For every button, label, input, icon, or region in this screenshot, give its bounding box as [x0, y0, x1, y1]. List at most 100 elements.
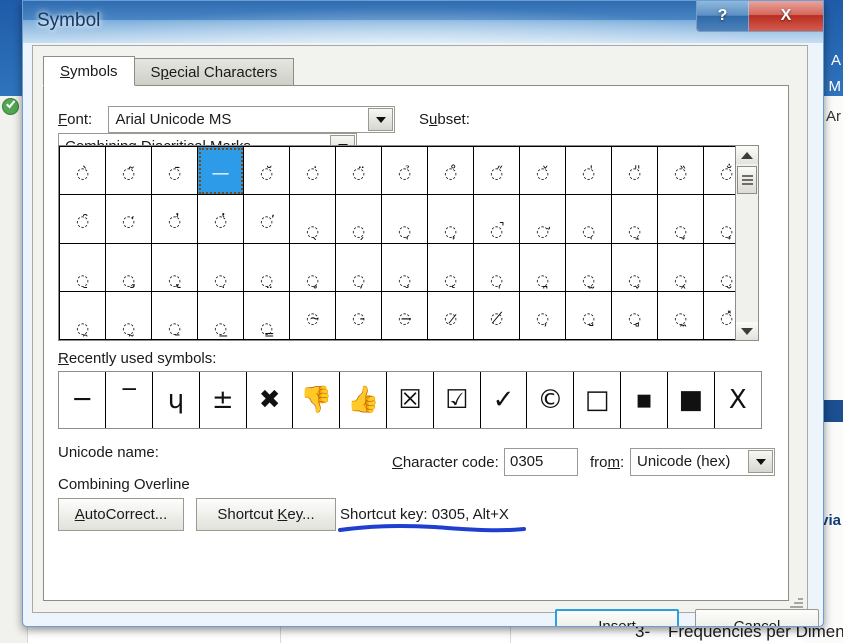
symbol-cell[interactable]: ◌̄ — [151, 145, 198, 196]
symbol-cell[interactable]: ◌̕ — [243, 194, 290, 244]
cancel-button[interactable]: Cancel — [695, 609, 819, 626]
symbol-cell[interactable]: ◌̼ — [657, 290, 704, 341]
symbol-grid-scrollbar[interactable] — [735, 145, 759, 341]
symbol-cell[interactable]: — — [197, 145, 244, 196]
symbol-cell[interactable]: ◌̶ — [381, 290, 428, 341]
symbol-glyph: ◌̰ — [121, 318, 136, 337]
symbol-cell[interactable]: ◌̌ — [519, 145, 566, 196]
from-combobox[interactable]: Unicode (hex) — [630, 448, 775, 476]
recent-symbol-cell[interactable]: ▪ — [620, 372, 668, 428]
recently-used-symbols[interactable]: ─ ‾ ɥ ± ✖ 👎 👍 ☒ ☑ ✓ © □ ▪ ■ X — [58, 371, 762, 429]
symbol-cell[interactable]: ◌̧ — [381, 242, 428, 292]
symbol-cell[interactable]: ◌̬ — [611, 242, 658, 292]
symbol-cell[interactable]: ◌̲ — [197, 290, 244, 341]
symbol-cell[interactable]: ◌̺ — [565, 290, 612, 341]
symbol-glyph: ◌̙ — [443, 222, 458, 241]
scrollbar-thumb[interactable] — [737, 166, 757, 194]
symbol-cell[interactable]: ◌̚ — [473, 194, 520, 244]
symbol-grid[interactable]: ◌̀ ◌̃ ◌̄ — ◌̆ ◌̇ ◌̈ ◌̉ ◌̊ ◌̋ ◌̌ ◌̍ ◌̎ ◌̏ ◌̐ ◌̑ ◌̒ ◌̓ ◌̔ ◌̕ ◌… — [58, 145, 750, 341]
resize-grip[interactable] — [790, 595, 803, 608]
recent-symbol-cell[interactable]: □ — [573, 372, 622, 428]
insert-button[interactable]: Insert — [555, 609, 679, 626]
symbol-cell[interactable]: ◌̃ — [105, 145, 152, 196]
recent-symbol-cell[interactable]: ☑ — [432, 372, 481, 428]
symbol-cell[interactable]: ◌̋ — [473, 145, 520, 196]
symbol-cell[interactable]: ◌̇ — [289, 145, 336, 196]
symbol-cell[interactable]: ◌̔ — [197, 194, 244, 244]
symbol-cell[interactable]: ◌̨ — [427, 242, 474, 292]
symbol-cell[interactable]: ◌̜ — [565, 194, 612, 244]
symbol-glyph: ◌̏ — [673, 164, 688, 183]
symbol-cell[interactable]: ◌̣ — [197, 242, 244, 292]
symbol-cell[interactable]: ◌̦ — [335, 242, 382, 292]
recent-symbol-cell[interactable]: ± — [198, 372, 247, 428]
symbol-cell[interactable]: ◌̞ — [657, 194, 704, 244]
recent-symbol-cell[interactable]: ‾ — [105, 372, 154, 428]
tab-symbols[interactable]: Symbols — [43, 56, 135, 86]
recent-symbol-cell[interactable]: ɥ — [152, 372, 200, 428]
background-fragment-2: Ar — [826, 108, 841, 125]
symbol-cell[interactable]: ◌̠ — [59, 242, 106, 292]
symbol-cell[interactable]: ◌̉ — [381, 145, 428, 196]
symbol-cell[interactable]: ◌̸ — [473, 290, 520, 341]
symbol-glyph: ◌̓ — [167, 212, 182, 231]
symbol-cell[interactable]: ◌̪ — [519, 242, 566, 292]
symbol-cell[interactable]: ◌̥ — [289, 242, 336, 292]
symbol-cell[interactable]: ◌̵ — [335, 290, 382, 341]
symbol-cell[interactable]: ◌̏ — [657, 145, 704, 196]
character-code-input[interactable]: 0305 — [504, 448, 578, 476]
symbol-cell[interactable]: ◌̎ — [611, 145, 658, 196]
recent-symbol-cell[interactable]: ■ — [666, 372, 715, 428]
symbol-cell[interactable]: ◌̖ — [289, 194, 336, 244]
symbol-cell[interactable]: ◌̆ — [243, 145, 290, 196]
symbol-cell[interactable]: ◌̀ — [59, 145, 106, 196]
font-combobox[interactable]: Arial Unicode MS — [108, 106, 396, 133]
recent-symbol-glyph: ✓ — [492, 385, 515, 415]
symbol-cell[interactable]: ◌̛ — [519, 194, 566, 244]
recent-symbol-cell[interactable]: X — [713, 372, 761, 428]
symbol-cell[interactable]: ◌̱ — [151, 290, 198, 341]
symbol-cell[interactable]: ◌̑ — [59, 194, 106, 244]
recent-symbol-cell[interactable]: 👍 — [339, 372, 388, 428]
recent-symbol-cell[interactable]: ✖ — [245, 372, 294, 428]
symbol-cell[interactable]: ◌̈ — [335, 145, 382, 196]
symbol-cell[interactable]: ◌̫ — [565, 242, 612, 292]
tab-strip: Symbols Special Characters — [43, 56, 295, 86]
symbol-cell[interactable]: ◌̍ — [565, 145, 612, 196]
symbol-cell[interactable]: ◌̷ — [427, 290, 474, 341]
symbol-cell[interactable]: ◌̯ — [59, 290, 106, 341]
from-dropdown-arrow-icon[interactable] — [748, 450, 773, 473]
close-button[interactable]: X — [749, 1, 823, 31]
recent-symbol-cell[interactable]: ─ — [59, 372, 107, 428]
scroll-up-arrow-icon[interactable] — [736, 146, 758, 164]
recent-symbol-cell[interactable]: ✓ — [479, 372, 528, 428]
font-dropdown-arrow-icon[interactable] — [368, 108, 394, 131]
recent-symbol-cell[interactable]: 👎 — [292, 372, 341, 428]
symbol-cell[interactable]: ◌̩ — [473, 242, 520, 292]
symbol-cell[interactable]: ◌̝ — [611, 194, 658, 244]
shortcut-key-button[interactable]: Shortcut Key... — [196, 498, 336, 531]
symbol-cell[interactable]: ◌̓ — [151, 194, 198, 244]
symbol-cell[interactable]: ◌̘ — [381, 194, 428, 244]
recent-symbol-cell[interactable]: ☒ — [386, 372, 434, 428]
help-button[interactable]: ? — [697, 1, 749, 31]
tab-special-characters[interactable]: Special Characters — [133, 58, 295, 86]
symbol-cell[interactable]: ◌̊ — [427, 145, 474, 196]
symbol-cell[interactable]: ◌̹ — [519, 290, 566, 341]
recent-symbol-cell[interactable]: © — [526, 372, 575, 428]
symbol-cell[interactable]: ◌̳ — [243, 290, 290, 341]
symbol-cell[interactable]: ◌̻ — [611, 290, 658, 341]
scroll-down-arrow-icon[interactable] — [736, 322, 758, 340]
symbol-cell[interactable]: ◌̒ — [105, 194, 152, 244]
symbol-cell[interactable]: ◌̙ — [427, 194, 474, 244]
autocorrect-button[interactable]: AutoCorrect... — [58, 498, 184, 531]
symbol-glyph: ◌̃ — [121, 164, 136, 183]
symbol-cell[interactable]: ◌̢ — [151, 242, 198, 292]
symbol-cell[interactable]: ◌̰ — [105, 290, 152, 341]
symbol-cell[interactable]: ◌̡ — [105, 242, 152, 292]
symbol-cell[interactable]: ◌̴ — [289, 290, 336, 341]
symbol-cell[interactable]: ◌̤ — [243, 242, 290, 292]
dialog-titlebar[interactable]: Symbol ? X — [23, 1, 823, 43]
symbol-cell[interactable]: ◌̗ — [335, 194, 382, 244]
symbol-cell[interactable]: ◌̭ — [657, 242, 704, 292]
